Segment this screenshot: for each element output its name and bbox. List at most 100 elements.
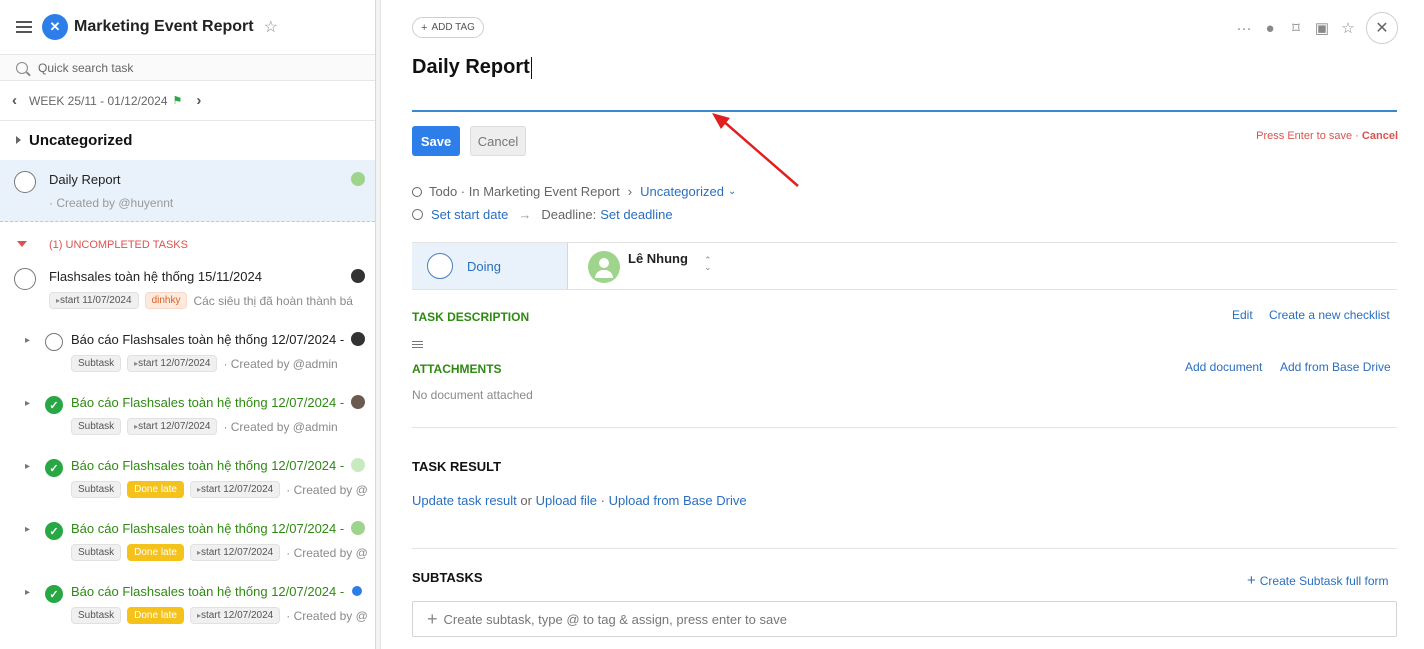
add-from-drive-link[interactable]: Add from Base Drive	[1280, 360, 1391, 374]
search-placeholder: Quick search task	[38, 60, 134, 75]
done-check-icon[interactable]: ✓	[45, 396, 63, 414]
expand-icon[interactable]: ▸	[25, 461, 30, 472]
done-late-badge: Done late	[127, 607, 184, 624]
expand-icon[interactable]: ▸	[25, 398, 30, 409]
category-dropdown[interactable]: Uncategorized	[640, 184, 724, 199]
avatar	[351, 395, 365, 409]
add-document-link[interactable]: Add document	[1185, 360, 1262, 374]
sort-updown-icon[interactable]: ⌃ ⌄	[704, 256, 712, 272]
doing-label: Doing	[467, 258, 501, 274]
plus-icon: +	[1247, 572, 1256, 589]
clock-icon	[412, 209, 423, 220]
category-header[interactable]: Uncategorized	[0, 121, 375, 159]
enter-hint-text: Press Enter to save ·	[1256, 130, 1359, 142]
task-checkbox[interactable]	[14, 171, 36, 193]
subtask-badge: Subtask	[71, 355, 122, 372]
more-icon[interactable]: ···	[1236, 20, 1252, 37]
save-button[interactable]: Save	[412, 126, 460, 156]
calendar-icon[interactable]: ▣	[1314, 19, 1330, 37]
status-text: Todo · In Marketing Event Report	[429, 184, 620, 199]
date-line: Set start date → Deadline: Set deadline	[412, 207, 673, 222]
task-meta: Subtask Done late ▸start 12/07/2024 · Cr…	[71, 544, 368, 561]
star-icon[interactable]: ☆	[1340, 19, 1356, 37]
search-icon	[16, 61, 28, 74]
task-list-panel: ✕ Marketing Event Report ☆ Quick search …	[0, 0, 375, 649]
alert-icon[interactable]: ●	[1262, 20, 1278, 37]
assignee[interactable]: Lê Nhung	[588, 251, 688, 283]
create-subtask-full-label: Create Subtask full form	[1259, 574, 1389, 588]
task-name: Báo cáo Flashsales toàn hệ thống 12/07/2…	[71, 332, 345, 347]
expand-icon[interactable]: ▸	[25, 524, 30, 535]
avatar	[351, 172, 365, 186]
done-check-icon[interactable]: ✓	[45, 459, 63, 477]
menu-icon[interactable]	[16, 21, 32, 33]
avatar	[351, 521, 365, 535]
title-input[interactable]: Daily Report	[412, 50, 1397, 112]
hint-cancel-link[interactable]: Cancel	[1362, 130, 1398, 142]
update-result-link[interactable]: Update task result	[412, 493, 517, 508]
chevron-right-icon[interactable]: ›	[196, 92, 201, 109]
chevron-left-icon[interactable]: ‹	[12, 92, 17, 109]
status-line: Todo · In Marketing Event Report › Uncat…	[412, 184, 736, 199]
avatar	[351, 458, 365, 472]
task-creator: · Created by @	[286, 545, 368, 560]
close-icon[interactable]: ✕	[1366, 12, 1398, 44]
start-date-tag: ▸start 12/07/2024	[189, 607, 281, 624]
done-check-icon[interactable]: ✓	[45, 522, 63, 540]
start-date-tag: ▸start 12/07/2024	[127, 355, 218, 372]
week-navigator: ‹ WEEK 25/11 - 01/12/2024 ⚑ ›	[0, 81, 375, 121]
upload-drive-link[interactable]: Upload from Base Drive	[609, 493, 747, 508]
collapse-icon[interactable]	[17, 241, 27, 247]
task-checkbox[interactable]	[14, 268, 36, 290]
add-tag-label: ADD TAG	[431, 22, 475, 33]
flag-icon: ⚑	[172, 95, 183, 107]
label-tag: dinhky	[144, 292, 188, 309]
week-label: WEEK 25/11 - 01/12/2024	[29, 93, 168, 108]
set-deadline-link[interactable]: Set deadline	[600, 207, 672, 222]
task-name: Báo cáo Flashsales toàn hệ thống 12/07/2…	[71, 584, 345, 599]
task-creator: · Created by @	[286, 608, 368, 623]
task-checkbox[interactable]	[45, 333, 63, 351]
subtask-input[interactable]: + Create subtask, type @ to tag & assign…	[412, 601, 1397, 637]
task-name: Báo cáo Flashsales toàn hệ thống 12/07/2…	[71, 521, 345, 536]
divider	[412, 548, 1397, 549]
task-creator: · Created by @admin	[223, 356, 338, 371]
edit-description-link[interactable]: Edit	[1232, 308, 1253, 322]
add-tag-button[interactable]: + ADD TAG	[412, 17, 484, 38]
task-meta: Subtask Done late ▸start 12/07/2024 · Cr…	[71, 607, 368, 624]
task-name: Flashsales toàn hệ thống 15/11/2024	[49, 269, 262, 284]
expand-icon[interactable]: ▸	[25, 335, 30, 346]
project-logo-icon: ✕	[42, 14, 68, 40]
bookmark-icon[interactable]: ⌑	[1288, 19, 1304, 37]
plus-icon: +	[421, 21, 428, 34]
task-meta: Subtask ▸start 12/07/2024 · Created by @…	[71, 355, 338, 372]
upload-file-link[interactable]: Upload file	[536, 493, 597, 508]
create-checklist-link[interactable]: Create a new checklist	[1269, 308, 1390, 322]
doing-toggle[interactable]: Doing	[412, 243, 568, 289]
set-start-date-link[interactable]: Set start date	[431, 207, 508, 222]
task-detail-panel: + ADD TAG ··· ● ⌑ ▣ ☆ ✕ Daily Report Sav…	[381, 0, 1424, 649]
avatar	[352, 586, 362, 596]
done-check-icon[interactable]: ✓	[45, 585, 63, 603]
text-caret	[530, 56, 532, 79]
arrow-right-icon: →	[518, 207, 532, 222]
detail-toolbar: ··· ● ⌑ ▣ ☆ ✕	[1236, 12, 1398, 44]
dot-text: ·	[597, 493, 609, 508]
divider	[412, 427, 1397, 428]
create-subtask-full-link[interactable]: + Create Subtask full form	[1247, 572, 1388, 589]
deadline-label: Deadline:	[541, 207, 597, 222]
breadcrumb-separator: ›	[627, 184, 633, 199]
task-item-selected[interactable]: Daily Report · Created by @huyennt	[0, 160, 375, 222]
expand-icon[interactable]: ▸	[25, 587, 30, 598]
subtask-badge: Subtask	[71, 607, 122, 624]
task-creator: · Created by @huyennt	[49, 196, 174, 210]
star-icon[interactable]: ☆	[264, 17, 278, 37]
description-lines-icon[interactable]	[412, 341, 423, 350]
task-meta: ▸start 11/07/2024 dinhky Các siêu thị đã…	[49, 292, 361, 309]
start-date-tag: ▸start 12/07/2024	[189, 481, 281, 498]
app: ✕ Marketing Event Report ☆ Quick search …	[0, 0, 1424, 649]
chevron-down-icon[interactable]: ⌄	[728, 186, 736, 197]
quick-search[interactable]: Quick search task	[0, 55, 375, 81]
cancel-button[interactable]: Cancel	[470, 126, 526, 156]
category-label: Uncategorized	[29, 131, 133, 149]
